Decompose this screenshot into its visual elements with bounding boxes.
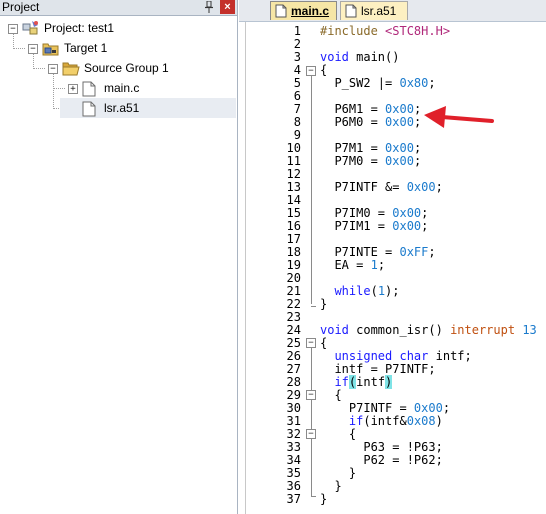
code-line[interactable]: void common_isr() interrupt 13 [320,324,537,337]
line-number: 37 [286,492,301,506]
folder-open-icon [62,61,80,82]
editor-tab-strip: main.c lsr.a51 [239,0,546,22]
code-line[interactable]: #include <STC8H.H> [320,25,450,38]
file-icon [345,4,357,23]
project-panel-header: Project × [0,0,237,16]
target-expander[interactable]: − [28,44,38,54]
annotation-arrow [424,106,494,128]
code-editor[interactable]: 1 2 3 4 5 6 7 8 9 10 11 12 13 14 15 16 17 18 19 20 21 22 23 24 2… [245,22,546,514]
code-line[interactable]: P6M0 = 0x00; [320,116,421,129]
fold-collapse-icon[interactable]: − [306,390,316,400]
code-line[interactable]: P7IM1 = 0x00; [320,220,428,233]
tab-lsr-a51-label: lsr.a51 [361,4,397,18]
tree-node-target[interactable]: Target 1 [42,38,222,58]
line-number: 4 [293,63,301,77]
tab-lsr-a51[interactable]: lsr.a51 [340,1,408,20]
tree-node-main-c-label: main.c [104,81,140,95]
file-icon [275,4,287,23]
line-number: 8 [293,115,301,129]
fold-collapse-icon[interactable]: − [306,338,316,348]
tab-main-c-label: main.c [291,4,330,18]
project-expander[interactable]: − [8,24,18,34]
close-icon[interactable]: × [220,0,235,14]
code-line[interactable]: } [320,493,327,506]
line-number: 5 [293,76,301,90]
code-line[interactable]: } [320,298,327,311]
main-c-expander[interactable]: + [68,84,78,94]
tree-node-project[interactable]: Project: test1 [22,18,222,38]
fold-collapse-icon[interactable]: − [306,66,316,76]
code-line[interactable]: P7M0 = 0x00; [320,155,421,168]
project-panel: Project × − Project: test1 − Target 1 − … [0,0,238,514]
code-line[interactable]: void main() [320,51,399,64]
pin-icon[interactable] [203,0,215,14]
project-icon [22,20,40,42]
code-line[interactable]: EA = 1; [320,259,385,272]
line-number: 1 [293,24,301,38]
file-icon [82,101,96,123]
line-number-gutter: 1 2 3 4 5 6 7 8 9 10 11 12 13 14 15 16 17 18 19 20 21 22 23 24 2… [246,22,304,514]
code-line[interactable]: while(1); [320,285,399,298]
tree-node-lsr-a51[interactable]: lsr.a51 [82,98,202,118]
tree-node-source-group[interactable]: Source Group 1 [62,58,232,78]
code-line[interactable]: P7INTF &= 0x00; [320,181,442,194]
tree-node-lsr-a51-label: lsr.a51 [104,101,140,115]
group-expander[interactable]: − [48,64,58,74]
line-number: 7 [293,102,301,116]
line-number: 3 [293,50,301,64]
line-number: 6 [293,89,301,103]
fold-collapse-icon[interactable]: − [306,429,316,439]
tree-node-source-group-label: Source Group 1 [84,61,169,75]
tree-node-target-label: Target 1 [64,41,108,55]
target-folder-icon [42,41,60,62]
tab-main-c[interactable]: main.c [270,1,337,20]
line-number: 2 [293,37,301,51]
code-line[interactable]: P_SW2 |= 0x80; [320,77,435,90]
tree-node-project-label: Project: test1 [44,21,115,35]
project-panel-title: Project [2,0,40,14]
tree-node-main-c[interactable]: main.c [82,78,202,98]
